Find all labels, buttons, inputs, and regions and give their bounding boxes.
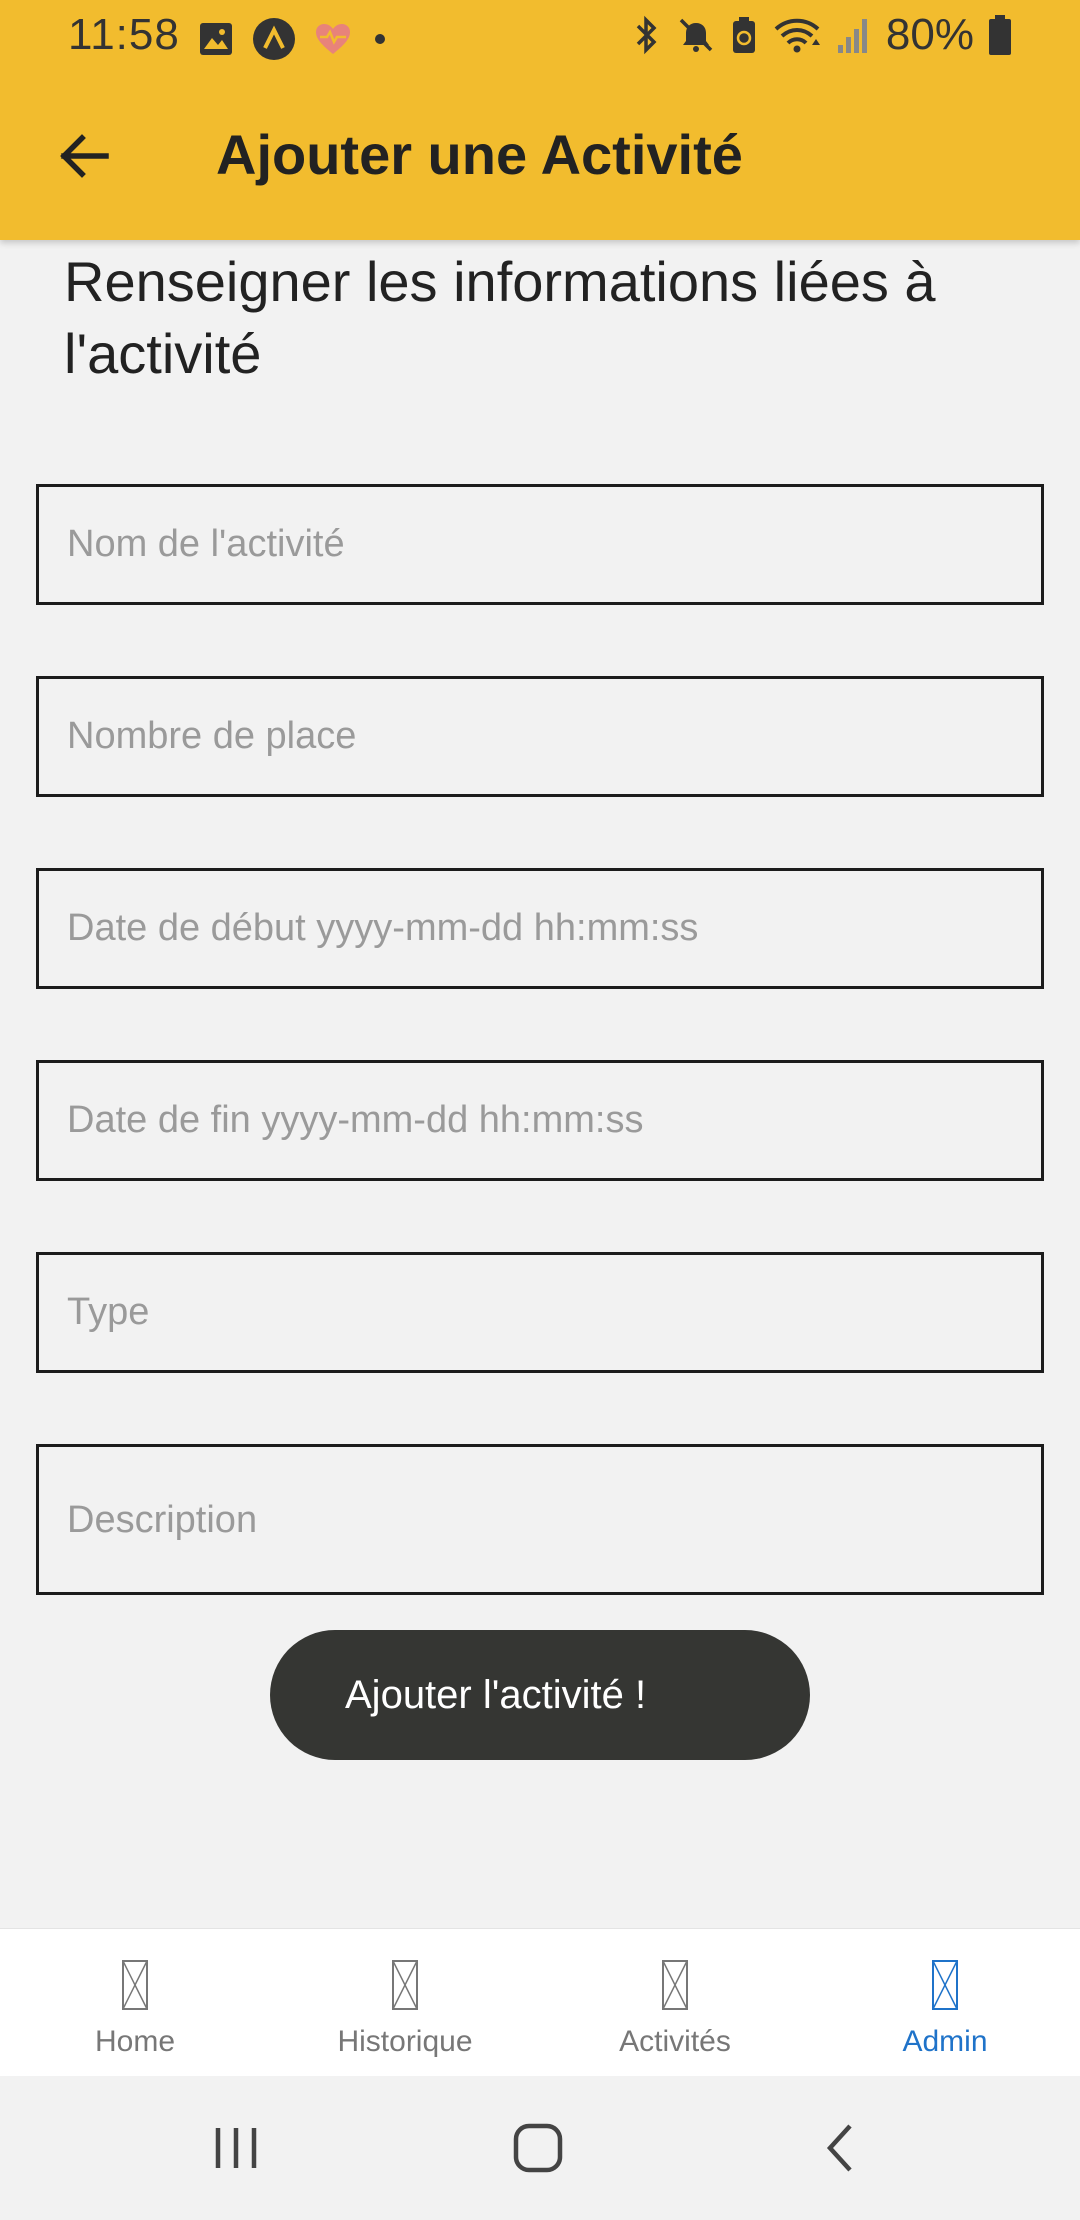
- bluetooth-icon: [636, 15, 657, 55]
- description-input[interactable]: [67, 1495, 1041, 1544]
- nav-label-activites: Activités: [619, 2025, 731, 2058]
- end-date-input[interactable]: [67, 1099, 1041, 1142]
- dot-icon: [375, 34, 385, 44]
- type-input[interactable]: [67, 1291, 1041, 1334]
- nav-label-historique: Historique: [337, 2025, 473, 2058]
- toolbar: Ajouter une Activité: [0, 72, 1080, 240]
- nav-label-admin: Admin: [902, 2025, 988, 2058]
- places-count-field[interactable]: [36, 676, 1044, 797]
- nav-item-home[interactable]: Home: [0, 1929, 270, 2077]
- page-title: Ajouter une Activité: [216, 123, 743, 186]
- recents-icon[interactable]: [206, 2118, 266, 2178]
- status-time: 11:58: [68, 10, 180, 59]
- activity-name-field[interactable]: [36, 484, 1044, 605]
- status-left-icons: [198, 17, 390, 61]
- app-header: 11:58 80% Ajouter une Activité: [0, 0, 1080, 240]
- end-date-field[interactable]: [36, 1060, 1044, 1181]
- signal-icon: [837, 19, 867, 53]
- missing-glyph-icon: [932, 1960, 958, 2010]
- arrow-back-icon: [60, 134, 109, 178]
- expo-icon: [253, 18, 295, 60]
- missing-glyph-icon: [122, 1960, 148, 2010]
- battery-percent: 80%: [885, 10, 974, 59]
- start-date-input[interactable]: [67, 907, 1041, 950]
- wifi-icon: [774, 18, 820, 53]
- status-right-icons: 80%: [632, 10, 1012, 60]
- health-icon: [316, 24, 350, 54]
- type-field[interactable]: [36, 1252, 1044, 1373]
- activity-name-input[interactable]: [67, 523, 1041, 566]
- battery-icon: [989, 15, 1011, 55]
- battery-saver-icon: [732, 17, 755, 53]
- missing-glyph-icon: [392, 1960, 418, 2010]
- places-count-input[interactable]: [67, 715, 1041, 758]
- image-icon: [200, 23, 232, 55]
- back-icon[interactable]: [812, 2118, 872, 2178]
- home-icon[interactable]: [508, 2118, 568, 2178]
- mute-icon: [679, 18, 713, 52]
- nav-item-admin[interactable]: Admin: [810, 1929, 1080, 2077]
- bottom-nav: Home Historique Activités Admin: [0, 1928, 1080, 2077]
- back-button[interactable]: [44, 116, 124, 196]
- description-field[interactable]: [36, 1444, 1044, 1595]
- add-activity-button[interactable]: Ajouter l'activité !: [270, 1630, 810, 1760]
- missing-glyph-icon: [662, 1960, 688, 2010]
- system-nav-bar: [0, 2076, 1080, 2220]
- nav-label-home: Home: [94, 2025, 176, 2058]
- form-intro: Renseigner les informations liées à l'ac…: [64, 250, 936, 385]
- status-bar: 11:58 80%: [0, 0, 1080, 72]
- start-date-field[interactable]: [36, 868, 1044, 989]
- nav-item-historique[interactable]: Historique: [270, 1929, 540, 2077]
- nav-item-activites[interactable]: Activités: [540, 1929, 810, 2077]
